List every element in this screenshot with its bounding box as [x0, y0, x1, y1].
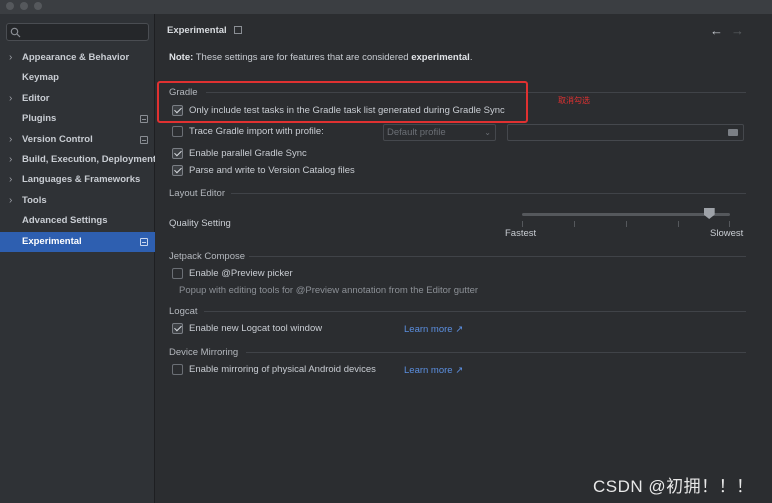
note-bold: experimental	[411, 52, 470, 63]
sidebar-item-keymap[interactable]: Keymap	[0, 68, 155, 88]
checkbox-version-catalog[interactable]	[172, 165, 183, 176]
csdn-watermark: CSDN @初拥！！！	[593, 477, 754, 496]
chevron-right-icon[interactable]: ›	[9, 130, 12, 150]
sidebar-item-label: Plugins	[22, 113, 57, 125]
checkbox-device-mirroring[interactable]	[172, 364, 183, 375]
chevron-right-icon[interactable]: ›	[9, 170, 12, 190]
option-label: Enable @Preview picker	[189, 268, 293, 279]
sidebar-item-label: Advanced Settings	[22, 215, 108, 227]
section-title-layout-editor: Layout Editor	[169, 188, 225, 199]
project-settings-icon	[140, 237, 148, 246]
section-divider	[204, 311, 746, 312]
quality-setting-label: Quality Setting	[169, 218, 231, 229]
sidebar-item-plugins[interactable]: Plugins	[0, 109, 155, 129]
chevron-right-icon[interactable]: ›	[9, 48, 12, 68]
sidebar-item-tools[interactable]: › Tools	[0, 191, 155, 211]
quality-slider-thumb[interactable]	[703, 208, 715, 219]
section-divider	[231, 193, 746, 194]
minimize-window-button[interactable]	[20, 2, 28, 10]
project-settings-icon	[140, 115, 148, 124]
option-trace-gradle[interactable]: Trace Gradle import with profile:	[172, 126, 324, 137]
annotation-note: 取消勾选	[558, 96, 590, 105]
forward-arrow-icon[interactable]: →	[731, 23, 744, 38]
slider-max-label: Slowest	[710, 228, 744, 239]
sidebar-item-label: Experimental	[22, 235, 82, 247]
sidebar-item-label: Languages & Frameworks	[22, 174, 141, 186]
zoom-window-button[interactable]	[34, 2, 42, 10]
option-device-mirroring[interactable]: Enable mirroring of physical Android dev…	[172, 364, 376, 375]
note-suffix: .	[469, 52, 473, 63]
sidebar-item-version-control[interactable]: › Version Control	[0, 130, 155, 150]
checkbox-preview-picker[interactable]	[172, 268, 183, 279]
option-label: Parse and write to Version Catalog files	[189, 165, 355, 176]
chevron-right-icon[interactable]: ›	[9, 89, 12, 109]
settings-search-input[interactable]	[6, 23, 149, 41]
sidebar-item-label: Tools	[22, 194, 47, 206]
folder-icon[interactable]	[728, 129, 738, 136]
sidebar-item-experimental[interactable]: Experimental	[0, 231, 155, 252]
window-titlebar	[0, 0, 772, 14]
slider-tick	[626, 221, 627, 227]
sidebar-item-label: Build, Execution, Deployment	[22, 153, 155, 165]
chevron-right-icon[interactable]: ›	[9, 191, 12, 211]
profile-path-input[interactable]	[507, 124, 744, 141]
window-controls	[6, 2, 42, 10]
settings-sidebar: › Appearance & Behavior Keymap › Editor …	[0, 14, 155, 503]
section-divider	[249, 256, 746, 257]
sidebar-item-label: Version Control	[22, 133, 93, 145]
sidebar-item-editor[interactable]: › Editor	[0, 89, 155, 109]
checkbox-trace-gradle[interactable]	[172, 126, 183, 137]
section-title-logcat: Logcat	[169, 306, 198, 317]
option-label: Trace Gradle import with profile:	[189, 126, 324, 137]
checkbox-parallel-sync[interactable]	[172, 148, 183, 159]
search-icon	[10, 27, 21, 38]
option-new-logcat[interactable]: Enable new Logcat tool window	[172, 323, 322, 334]
option-preview-picker[interactable]: Enable @Preview picker	[172, 268, 293, 279]
logcat-learn-more-link[interactable]: Learn more ↗	[404, 324, 463, 335]
slider-tick	[574, 221, 575, 227]
back-arrow-icon[interactable]: ←	[710, 23, 723, 38]
chevron-down-icon: ⌄	[484, 128, 491, 137]
project-settings-icon	[234, 26, 242, 34]
note-prefix: Note:	[169, 52, 194, 63]
page-title: Experimental	[167, 25, 227, 36]
mirroring-learn-more-link[interactable]: Learn more ↗	[404, 365, 463, 376]
sidebar-item-label: Editor	[22, 92, 50, 104]
slider-tick	[522, 221, 523, 227]
slider-min-label: Fastest	[505, 228, 537, 239]
option-label: Enable mirroring of physical Android dev…	[189, 364, 376, 375]
sidebar-item-languages[interactable]: › Languages & Frameworks	[0, 170, 155, 190]
settings-nav: › Appearance & Behavior Keymap › Editor …	[0, 48, 155, 252]
chevron-right-icon[interactable]: ›	[9, 150, 12, 170]
annotation-highlight-box	[157, 81, 528, 123]
experimental-note: Note: These settings are for features th…	[169, 52, 472, 63]
option-parallel-sync[interactable]: Enable parallel Gradle Sync	[172, 148, 307, 159]
section-title-mirroring: Device Mirroring	[169, 347, 239, 358]
project-settings-icon	[140, 135, 148, 144]
slider-tick	[729, 221, 730, 227]
sidebar-item-advanced[interactable]: Advanced Settings	[0, 211, 155, 231]
checkbox-new-logcat[interactable]	[172, 323, 183, 334]
profile-select[interactable]: Default profile ⌄	[383, 124, 496, 141]
close-window-button[interactable]	[6, 2, 14, 10]
section-title-compose: Jetpack Compose	[169, 251, 246, 262]
profile-select-value: Default profile	[387, 127, 446, 138]
quality-slider[interactable]	[522, 213, 730, 216]
option-version-catalog[interactable]: Parse and write to Version Catalog files	[172, 165, 355, 176]
sidebar-item-label: Keymap	[22, 72, 59, 84]
sidebar-item-build[interactable]: › Build, Execution, Deployment	[0, 150, 155, 170]
option-label: Enable parallel Gradle Sync	[189, 148, 307, 159]
section-divider	[246, 352, 746, 353]
slider-tick	[678, 221, 679, 227]
note-text: These settings are for features that are…	[193, 52, 412, 63]
preview-picker-hint: Popup with editing tools for @Preview an…	[179, 285, 479, 296]
sidebar-item-appearance[interactable]: › Appearance & Behavior	[0, 48, 155, 68]
sidebar-item-label: Appearance & Behavior	[22, 52, 130, 63]
option-label: Enable new Logcat tool window	[189, 323, 323, 334]
